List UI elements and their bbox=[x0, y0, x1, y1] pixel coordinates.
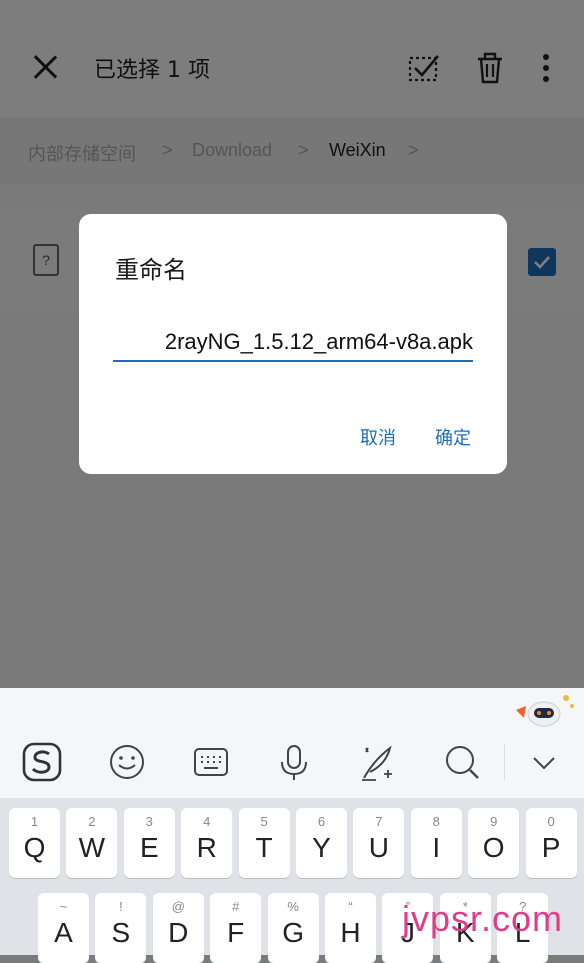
key-hint: “ bbox=[348, 899, 353, 914]
key-e[interactable]: 3E bbox=[123, 808, 175, 878]
key-hint: 1 bbox=[30, 814, 39, 829]
key-a[interactable]: ~ A bbox=[38, 893, 89, 963]
key-hint: # bbox=[232, 899, 240, 914]
key-hint: 9 bbox=[490, 814, 498, 829]
key-label: E bbox=[139, 832, 159, 863]
key-label: P bbox=[541, 832, 561, 863]
key-t[interactable]: 5T bbox=[238, 808, 290, 878]
key-hint: 7 bbox=[375, 814, 383, 829]
key-label: I bbox=[432, 832, 441, 863]
handwriting-icon[interactable] bbox=[356, 740, 400, 784]
rename-dialog: 重命名 取消 确定 bbox=[79, 214, 507, 474]
key-label: D bbox=[168, 917, 189, 948]
key-hint: 5 bbox=[260, 814, 268, 829]
key-hint: 2 bbox=[88, 814, 96, 829]
key-label: O bbox=[482, 832, 505, 863]
toolbar-divider bbox=[504, 744, 505, 780]
key-hint: 8 bbox=[432, 814, 440, 829]
key-hint: 3 bbox=[145, 814, 153, 829]
keyboard-toolbar bbox=[0, 688, 584, 798]
key-f[interactable]: # F bbox=[210, 893, 262, 963]
key-i[interactable]: 8I bbox=[410, 808, 462, 878]
key-hint: ~ bbox=[59, 899, 68, 914]
key-hint: 0 bbox=[547, 814, 555, 829]
dialog-title: 重命名 bbox=[115, 256, 187, 284]
watermark-text: jvpsr.com bbox=[402, 898, 564, 939]
key-q[interactable]: 1Q bbox=[9, 808, 60, 878]
key-label: F bbox=[227, 917, 245, 948]
emoji-icon[interactable] bbox=[105, 740, 149, 784]
keyboard-switch-icon[interactable] bbox=[189, 740, 233, 784]
key-label: H bbox=[340, 917, 361, 948]
key-label: A bbox=[54, 917, 73, 948]
key-label: G bbox=[282, 917, 304, 948]
mascot-icon[interactable] bbox=[506, 688, 580, 732]
key-s[interactable]: ! S bbox=[95, 893, 147, 963]
key-label: R bbox=[196, 832, 217, 863]
key-label: U bbox=[368, 832, 389, 863]
key-hint: % bbox=[287, 899, 299, 914]
key-label: W bbox=[78, 832, 106, 863]
key-o[interactable]: 9O bbox=[468, 808, 520, 878]
key-hint: 4 bbox=[203, 814, 211, 829]
key-r[interactable]: 4R bbox=[181, 808, 233, 878]
key-g[interactable]: % G bbox=[267, 893, 319, 963]
filename-input[interactable] bbox=[113, 324, 473, 362]
key-h[interactable]: “H bbox=[325, 893, 376, 963]
key-hint: 6 bbox=[317, 814, 326, 829]
key-label: T bbox=[255, 832, 273, 863]
key-hint: ! bbox=[119, 899, 123, 914]
search-icon[interactable] bbox=[440, 740, 484, 784]
collapse-keyboard-icon[interactable] bbox=[522, 740, 566, 784]
key-hint: @ bbox=[171, 899, 185, 914]
key-label: Q bbox=[23, 832, 46, 863]
cancel-button[interactable]: 取消 bbox=[360, 424, 396, 450]
key-w[interactable]: 2W bbox=[66, 808, 118, 878]
key-u[interactable]: 7U bbox=[353, 808, 405, 878]
key-d[interactable]: @ D bbox=[152, 893, 204, 963]
sogou-logo-icon[interactable] bbox=[20, 740, 64, 784]
key-y[interactable]: 6Y bbox=[296, 808, 347, 878]
key-p[interactable]: 0P bbox=[525, 808, 577, 878]
key-label: S bbox=[111, 917, 131, 948]
key-label: Y bbox=[312, 832, 331, 863]
confirm-button[interactable]: 确定 bbox=[435, 424, 471, 450]
microphone-icon[interactable] bbox=[272, 740, 316, 784]
